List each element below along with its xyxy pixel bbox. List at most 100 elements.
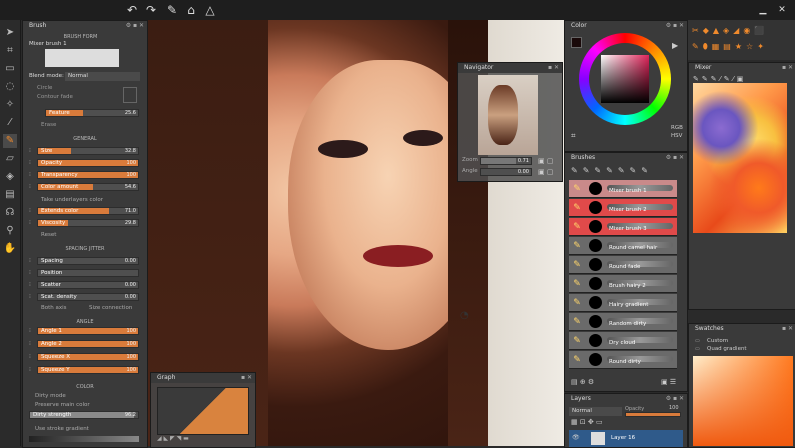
slider-angle-2[interactable]: Angle 2 100: [37, 340, 139, 348]
layer-opacity-slider[interactable]: [625, 412, 681, 417]
stroke-gradient-bar[interactable]: [29, 436, 139, 442]
use-stroke-gradient-label[interactable]: Use stroke gradient: [35, 425, 89, 434]
saturation-value-square[interactable]: [601, 55, 649, 103]
slider-color-amount[interactable]: Color amount 54.6: [37, 183, 139, 191]
undo-icon[interactable]: ↶: [125, 3, 139, 17]
mixer-canvas[interactable]: [693, 83, 787, 233]
lasso-tool-icon[interactable]: ◌: [3, 80, 17, 94]
brush-list-item[interactable]: ✎ Round camel hair: [569, 237, 677, 255]
gradient-tool-icon[interactable]: ▤: [3, 188, 17, 202]
slider-size[interactable]: Size 32.8: [37, 147, 139, 155]
navigator-angle-slider[interactable]: 0.00: [480, 168, 532, 176]
layer-blend-select[interactable]: Normal: [569, 407, 622, 416]
crop-tool-icon[interactable]: ⌗: [3, 44, 17, 58]
feature-slider[interactable]: Feature 25.6: [45, 109, 139, 117]
brush-category-icons[interactable]: ✎✎✎✎✎✎✎: [571, 166, 653, 175]
slider-mode-icon[interactable]: ⁝: [29, 340, 31, 347]
contour-fade-label[interactable]: Contour fade: [37, 93, 73, 102]
color-wheel[interactable]: [579, 33, 671, 125]
take-underlayers-label[interactable]: Take underlayers color: [41, 196, 103, 205]
preserve-main-color-label[interactable]: Preserve main color: [35, 401, 90, 410]
brushes-footer-icons[interactable]: ▤ ⊕ ⚙: [571, 378, 594, 386]
rgb-label[interactable]: RGB: [671, 125, 683, 131]
slider-angle-1[interactable]: Angle 1 100: [37, 327, 139, 335]
slider-mode-icon[interactable]: ⁝: [29, 183, 31, 190]
dirty-strength-slider[interactable]: Dirty strength 96.2: [29, 411, 139, 419]
zoom-tool-icon[interactable]: ⚲: [3, 224, 17, 238]
graph-curve[interactable]: [157, 387, 249, 435]
mixer-panel-close-icon[interactable]: ▪ ✕: [782, 63, 793, 73]
slider-position[interactable]: Position: [37, 269, 139, 277]
mixer-tool-icons[interactable]: ✎✎✎⁄✎⁄▣: [693, 75, 746, 83]
marquee-tool-icon[interactable]: ▭: [3, 62, 17, 76]
brush-list-item[interactable]: ✎ Mixer brush 1: [569, 180, 677, 198]
brush-list-item[interactable]: ✎ Random dirty: [569, 313, 677, 331]
layer-visibility-icon[interactable]: 👁: [572, 434, 580, 441]
panel-menu-icon[interactable]: ⚙ ▪ ✕: [126, 21, 144, 31]
layers-panel-close-icon[interactable]: ⚙ ▪ ✕: [666, 394, 684, 404]
warning-icon[interactable]: △: [203, 3, 217, 17]
dirty-mode-label[interactable]: Dirty mode: [35, 392, 66, 401]
quick-tools-row-1[interactable]: ✂◆▲◈◢◉⬛: [692, 26, 768, 35]
slider-transparency[interactable]: Transparency 100: [37, 171, 139, 179]
eyedropper-icon[interactable]: ⁄: [3, 116, 17, 130]
brush-list-item[interactable]: ✎ Round fade: [569, 256, 677, 274]
reset-label[interactable]: Reset: [41, 231, 56, 240]
swatch-gradient[interactable]: [693, 356, 793, 446]
slider-spacing[interactable]: Spacing 0.00: [37, 257, 139, 265]
slider-mode-icon[interactable]: ⁝: [29, 207, 31, 214]
swatch-item-custom[interactable]: Custom: [707, 338, 728, 344]
play-icon[interactable]: ▶: [672, 41, 678, 50]
slider-squeeze-y[interactable]: Squeeze Y 100: [37, 366, 139, 374]
brush-list-item[interactable]: ✎ Brush hairy 2: [569, 275, 677, 293]
brush-list-item[interactable]: ✎ Dry cloud: [569, 332, 677, 350]
slider-mode-icon[interactable]: ⁝: [29, 147, 31, 154]
brushes-view-icons[interactable]: ▣ ☰: [661, 378, 676, 386]
eraser-tool-icon[interactable]: ▱: [3, 152, 17, 166]
brush-icon[interactable]: ✎: [165, 3, 179, 17]
magic-wand-icon[interactable]: ✧: [3, 98, 17, 112]
circle-label[interactable]: Circle: [37, 84, 52, 93]
brush-list-item[interactable]: ✎ Mixer brush 3: [569, 218, 677, 236]
close-icon[interactable]: ✕: [775, 3, 789, 17]
swatches-panel-close-icon[interactable]: ▪ ✕: [782, 324, 793, 334]
move-tool-icon[interactable]: ➤: [3, 26, 17, 40]
slider-scat-density[interactable]: Scat. density 0.00: [37, 293, 139, 301]
both-axis-label[interactable]: Both axis: [41, 304, 67, 313]
blend-mode-select[interactable]: Normal: [65, 72, 140, 81]
fill-tool-icon[interactable]: ◈: [3, 170, 17, 184]
slider-viscosity[interactable]: Viscosity 29.8: [37, 219, 139, 227]
slider-scatter[interactable]: Scatter 0.00: [37, 281, 139, 289]
slider-squeeze-x[interactable]: Squeeze X 100: [37, 353, 139, 361]
slider-mode-icon[interactable]: ⁝: [29, 171, 31, 178]
slider-opacity[interactable]: Opacity 100: [37, 159, 139, 167]
navigator-reset-icon[interactable]: ▣ ▢: [538, 168, 553, 176]
quick-tools-row-2[interactable]: ✎⬮▦▤★☆✦: [692, 42, 768, 52]
color-panel-close-icon[interactable]: ⚙ ▪ ✕: [666, 21, 684, 31]
slider-mode-icon[interactable]: ⁝: [29, 293, 31, 300]
graph-close-icon[interactable]: ▪ ✕: [241, 373, 252, 383]
navigator-close-icon[interactable]: ▪ ✕: [548, 63, 559, 73]
color-picker-icon[interactable]: ⌗: [571, 131, 576, 141]
minimize-icon[interactable]: ▁: [756, 3, 770, 17]
brush-list-item[interactable]: ✎ Mixer brush 2: [569, 199, 677, 217]
primary-color-swatch[interactable]: [571, 37, 582, 48]
slider-mode-icon[interactable]: ⁝: [29, 219, 31, 226]
slider-mode-icon[interactable]: ⁝: [29, 327, 31, 334]
slider-mode-icon[interactable]: ⁝: [29, 159, 31, 166]
layer-row[interactable]: 👁 Layer 16: [569, 430, 683, 447]
slider-mode-icon[interactable]: ⁝: [29, 257, 31, 264]
layer-lock-icons[interactable]: ▦ ⊡ ✥ ▭: [571, 418, 603, 426]
navigator-fit-icon[interactable]: ▣ ▢: [538, 157, 553, 165]
slider-mode-icon[interactable]: ⁝: [29, 353, 31, 360]
brush-list-item[interactable]: ✎ Hairy gradient: [569, 294, 677, 312]
swatch-item-quad-gradient[interactable]: Quad gradient: [707, 346, 747, 352]
hsv-label[interactable]: HSV: [671, 133, 682, 139]
brushes-panel-close-icon[interactable]: ⚙ ▪ ✕: [666, 153, 684, 163]
smudge-tool-icon[interactable]: ☊: [3, 206, 17, 220]
symmetry-icon[interactable]: ⌂: [184, 3, 198, 17]
slider-extends-color[interactable]: Extends color 71.0: [37, 207, 139, 215]
size-connection-label[interactable]: Size connection: [89, 304, 132, 313]
navigator-thumbnail[interactable]: [478, 75, 538, 155]
slider-mode-icon[interactable]: ⁝: [29, 281, 31, 288]
